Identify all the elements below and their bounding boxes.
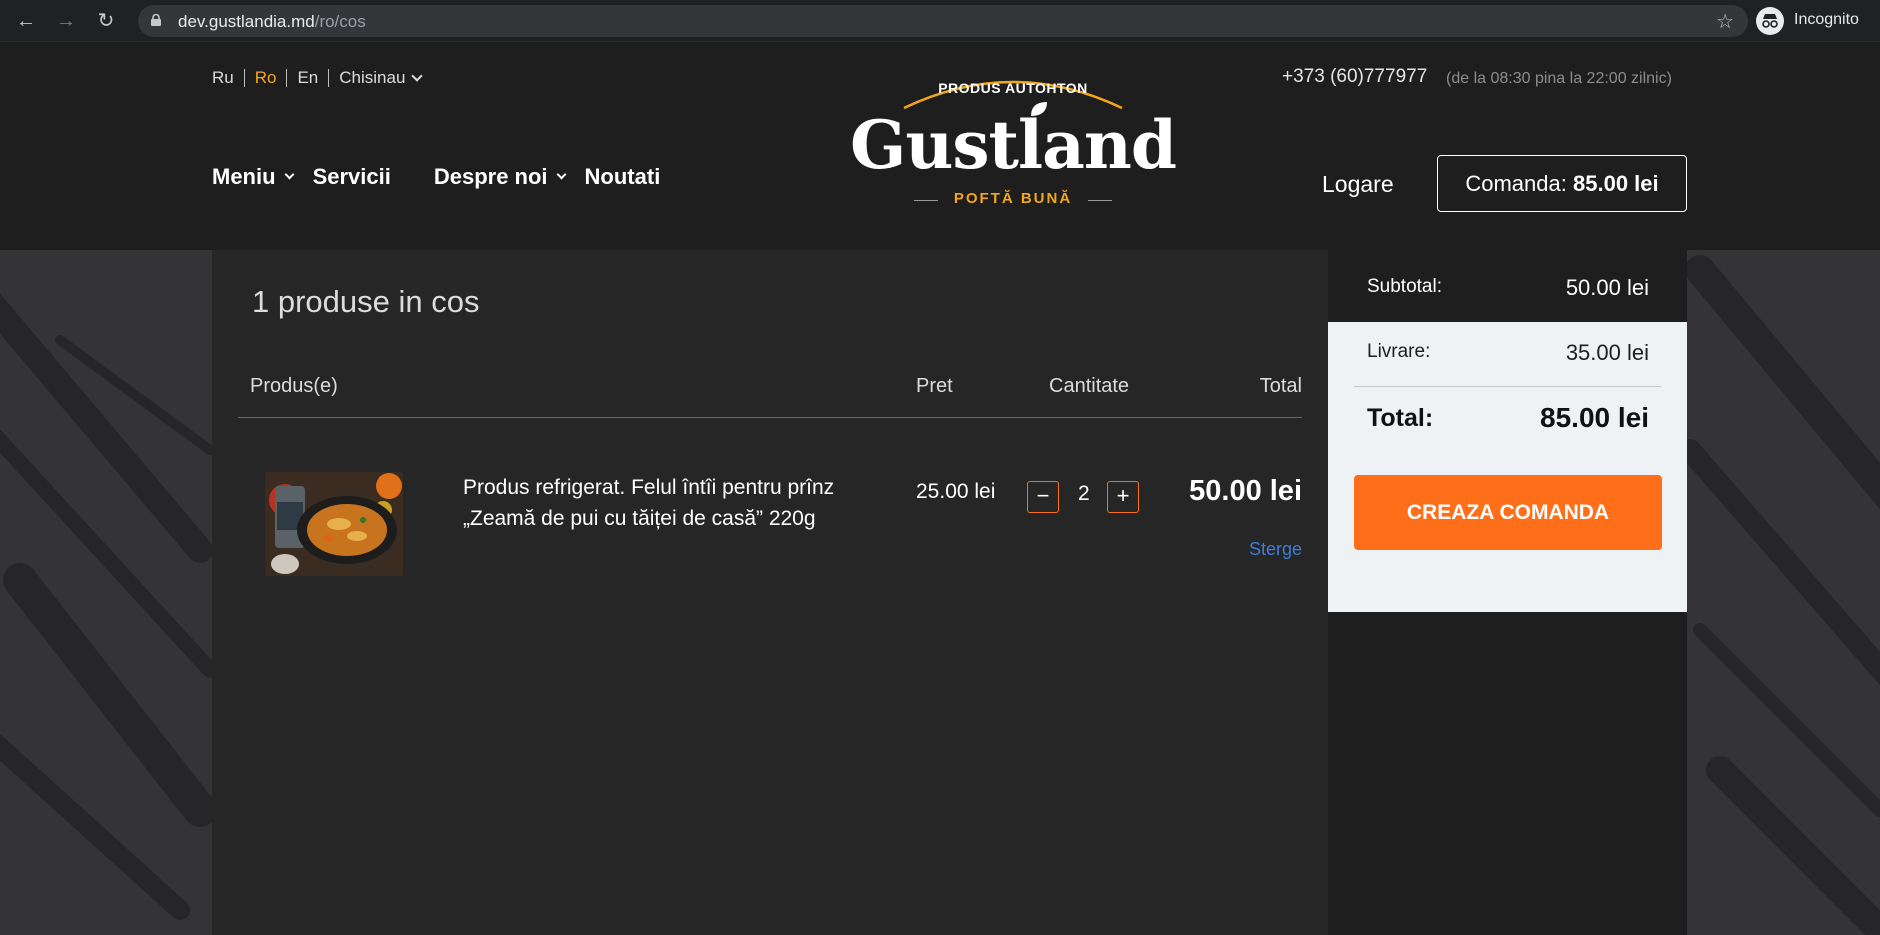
order-label: Comanda: (1465, 171, 1567, 196)
nav-item-meniu[interactable]: Meniu (212, 164, 295, 190)
chevron-down-icon (556, 169, 566, 180)
subtotal-label: Subtotal: (1367, 276, 1442, 297)
column-header-price: Pret (916, 375, 953, 397)
city-label: Chisinau (339, 68, 406, 87)
lang-ru[interactable]: Ru (212, 68, 234, 88)
quantity-value: 2 (1078, 482, 1090, 505)
total-value: 85.00 lei (1540, 402, 1649, 433)
order-summary-button[interactable]: Comanda: 85.00 lei (1437, 155, 1687, 212)
order-summary: Livrare: 35.00 lei Total: 85.00 lei CREA… (1328, 322, 1687, 612)
city-selector[interactable]: Chisinau (339, 68, 424, 88)
divider (286, 69, 288, 87)
nav-label: Meniu (212, 164, 276, 189)
column-header-quantity: Cantitate (1049, 375, 1130, 397)
subtotal-value: 50.00 lei (1565, 275, 1649, 300)
lock-icon (151, 14, 161, 26)
browser-toolbar: ← → ↻ dev.gustlandia.md/ro/cos ☆ Incogni… (0, 0, 1880, 42)
product-price: 25.00 lei (916, 480, 996, 503)
incognito-indicator[interactable]: Incognito (1756, 7, 1872, 35)
chevron-down-icon (284, 169, 295, 180)
divider (243, 69, 245, 87)
line-total: 50.00 lei (1189, 475, 1302, 507)
logo-wordmark: Gustland (850, 106, 1177, 184)
nav-label: Noutati (584, 164, 661, 189)
address-bar[interactable]: dev.gustlandia.md/ro/cos ☆ (138, 5, 1748, 37)
total-label: Total: (1367, 404, 1434, 432)
incognito-icon (1756, 7, 1784, 35)
nav-item-servicii[interactable]: Servicii (313, 164, 391, 190)
column-header-product: Produs(e) (250, 375, 338, 397)
working-hours: (de la 08:30 pina la 22:00 zilnic) (1446, 70, 1672, 87)
divider (1088, 200, 1112, 201)
lang-en[interactable]: En (297, 68, 318, 88)
nav-label: Servicii (312, 164, 391, 189)
logo-tagline: POFTĂ BUNĂ (953, 190, 1073, 207)
divider (1354, 386, 1661, 387)
site-header: Ru Ro En Chisinau +373 (60)777977 (de la… (0, 42, 1880, 250)
phone-number[interactable]: +373 (60)777977 (1282, 66, 1427, 88)
nav-item-despre-noi[interactable]: Despre noi (433, 164, 566, 190)
reload-icon[interactable]: ↻ (94, 9, 118, 33)
back-arrow-icon[interactable]: ← (14, 9, 38, 33)
cart-panel: 1 produse in cos Produs(e) Pret Cantitat… (212, 250, 1328, 935)
quantity-decrease-button[interactable]: − (1027, 481, 1059, 513)
incognito-label: Incognito (1794, 11, 1859, 28)
summary-subtotal: Subtotal: 50.00 lei (1328, 250, 1687, 322)
order-amount: 85.00 lei (1573, 171, 1659, 196)
product-image[interactable] (265, 472, 403, 576)
language-switcher: Ru Ro En Chisinau (212, 68, 424, 88)
gustland-logo[interactable]: PRODUS AUTOHTON Gustland POFTĂ BUNĂ (850, 72, 1177, 222)
url-text: dev.gustlandia.md/ro/cos (178, 12, 366, 31)
chevron-down-icon (411, 69, 424, 82)
delivery-value: 35.00 lei (1565, 340, 1649, 365)
cart-title: 1 produse in cos (252, 284, 480, 319)
summary-footer (1328, 612, 1687, 935)
quantity-increase-button[interactable]: + (1107, 481, 1139, 513)
remove-item-link[interactable]: Sterge (1249, 539, 1302, 560)
main-nav: Meniu Servicii Despre noi Noutati (212, 164, 660, 190)
forward-arrow-icon[interactable]: → (54, 9, 78, 33)
lang-ro[interactable]: Ro (255, 68, 277, 88)
nav-item-noutati[interactable]: Noutati (585, 164, 661, 190)
delivery-label: Livrare: (1367, 341, 1431, 362)
column-header-total: Total (1259, 375, 1302, 397)
logo-arc-text: PRODUS AUTOHTON (938, 80, 1088, 96)
product-name[interactable]: Produs refrigerat. Felul întîi pentru pr… (463, 472, 883, 534)
divider (238, 417, 1302, 418)
nav-label: Despre noi (433, 164, 548, 189)
divider (328, 69, 330, 87)
login-link[interactable]: Logare (1322, 171, 1394, 198)
create-order-button[interactable]: CREAZA COMANDA (1354, 475, 1662, 550)
bookmark-star-icon[interactable]: ☆ (1716, 9, 1734, 34)
